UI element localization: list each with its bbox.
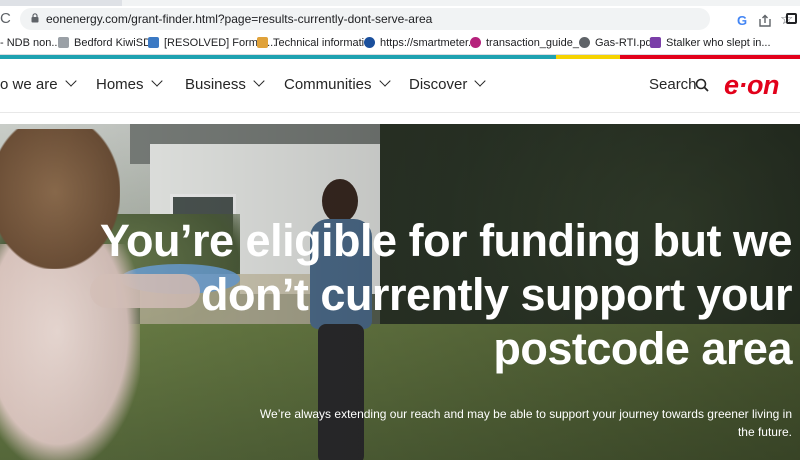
hero-subtext: We’re always extending our reach and may… — [259, 407, 792, 439]
gc-icon — [470, 37, 481, 48]
bookmark-item[interactable]: https://smartmeter... — [364, 36, 477, 50]
bookmark-label: Bedford KiwiSDR — [74, 37, 159, 49]
bookmark-item[interactable]: - NDB non... — [0, 36, 61, 50]
bookmark-label: - NDB non... — [0, 37, 61, 49]
lock-icon[interactable] — [31, 13, 39, 23]
bookmark-item[interactable]: Stalker who slept in... — [650, 36, 771, 50]
nav-who-we-are[interactable]: o we are — [0, 75, 77, 94]
side-panel-icon[interactable] — [786, 13, 797, 24]
bookmark-label: https://smartmeter... — [380, 37, 478, 49]
circle-icon — [364, 37, 375, 48]
reload-icon[interactable]: C — [0, 10, 14, 28]
chevron-down-icon — [253, 75, 265, 87]
search-button[interactable]: Search — [649, 76, 697, 94]
hero-headline: You’re eligible for funding but we don’t… — [99, 215, 793, 374]
chevron-down-icon — [378, 75, 391, 87]
url-text[interactable]: eonenergy.com/grant-finder.html?page=res… — [46, 11, 432, 27]
nav-label: Communities — [284, 76, 372, 93]
bookmarks-bar: - NDB non... Bedford KiwiSDR [RESOLVED] … — [0, 32, 800, 55]
chevron-down-icon — [150, 75, 163, 87]
share-icon[interactable] — [758, 14, 772, 28]
nav-communities[interactable]: Communities — [284, 75, 391, 94]
nav-label: Business — [185, 76, 246, 93]
globe-icon — [579, 37, 590, 48]
search-icon[interactable] — [695, 78, 709, 92]
bookmark-label: Stalker who slept in... — [666, 37, 771, 49]
chevron-down-icon — [474, 75, 487, 87]
nav-label: o we are — [0, 76, 58, 93]
bookmark-item[interactable]: Gas-RTI.pdf — [579, 36, 655, 50]
chevron-down-icon — [64, 75, 77, 87]
bookmark-item[interactable]: transaction_guide_... — [470, 36, 588, 50]
bookmark-label: transaction_guide_... — [486, 37, 589, 49]
bookmark-item[interactable]: Technical informati... — [257, 36, 373, 50]
nav-label: Discover — [409, 76, 468, 93]
omnibox[interactable]: eonenergy.com/grant-finder.html?page=res… — [20, 8, 793, 30]
hero-banner: You’re eligible for funding but we don’t… — [0, 124, 800, 460]
feather-icon — [58, 37, 69, 48]
bookmark-label: Technical informati... — [273, 37, 374, 49]
nav-homes[interactable]: Homes — [96, 75, 163, 94]
main-nav: o we are Homes Business Communities Disc… — [0, 59, 800, 113]
nav-discover[interactable]: Discover — [409, 75, 487, 94]
nav-label: Homes — [96, 76, 144, 93]
google-icon[interactable]: G — [735, 14, 749, 28]
address-bar-row: C eonenergy.com/grant-finder.html?page=r… — [0, 6, 800, 32]
megaphone-icon — [257, 37, 268, 48]
vb-icon — [148, 37, 159, 48]
bookmark-label: Gas-RTI.pdf — [595, 37, 655, 49]
eon-logo[interactable]: e·on — [724, 70, 780, 100]
b-icon — [650, 37, 661, 48]
bookmark-item[interactable]: Bedford KiwiSDR — [58, 36, 159, 50]
nav-business[interactable]: Business — [185, 75, 265, 94]
